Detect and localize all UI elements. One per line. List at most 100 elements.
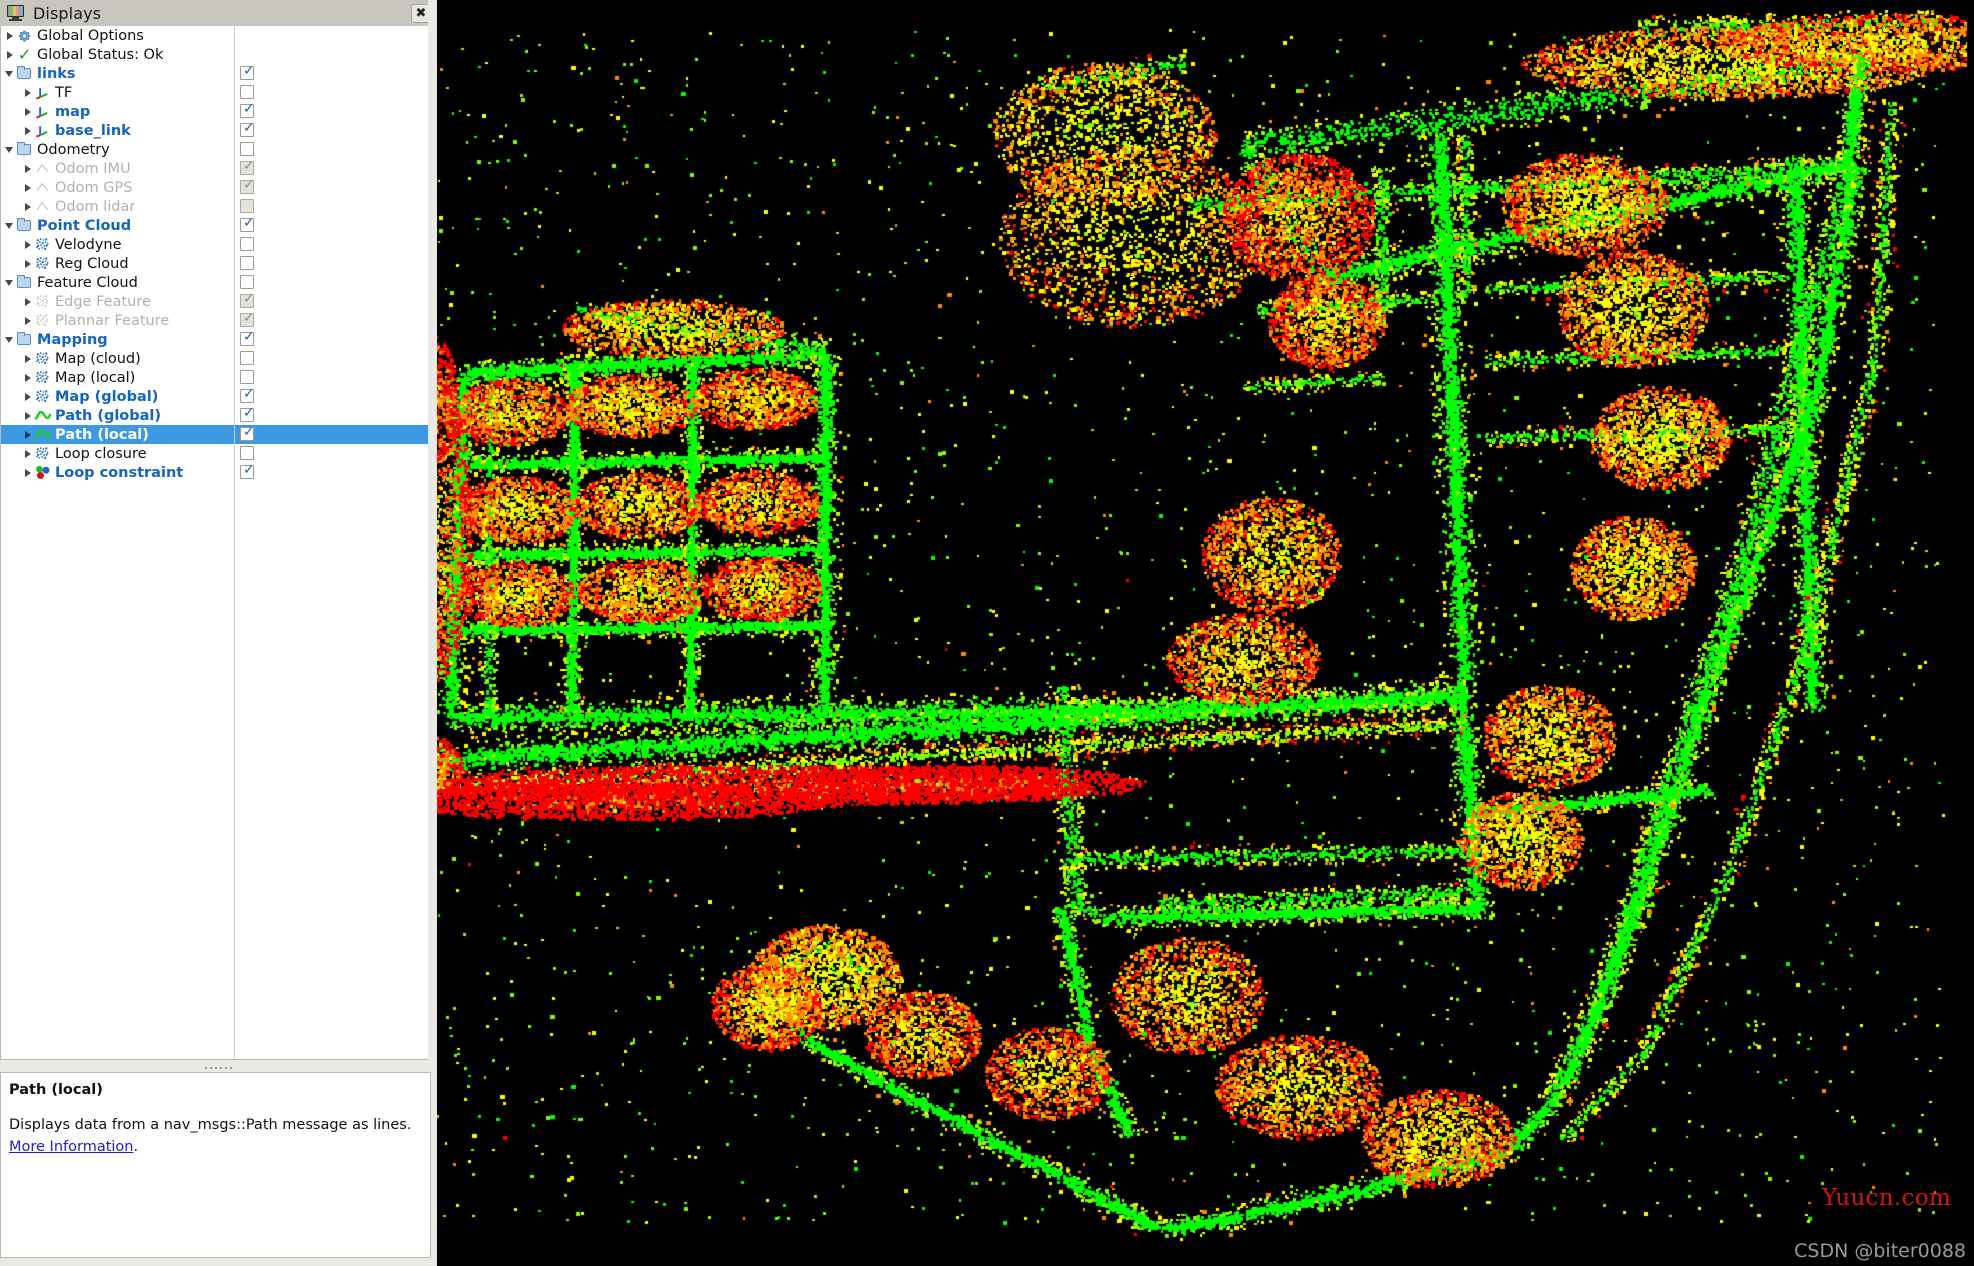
- tree-item-label: Loop closure: [55, 445, 147, 462]
- chevron-right-icon[interactable]: [23, 368, 34, 387]
- chevron-right-icon[interactable]: [23, 387, 34, 406]
- chevron-right-icon[interactable]: [23, 444, 34, 463]
- tree-item-global-options[interactable]: Global Options: [1, 26, 430, 45]
- chevron-right-icon[interactable]: [23, 102, 34, 121]
- tree-item-checkbox: [240, 199, 254, 213]
- horizontal-splitter[interactable]: [0, 1063, 437, 1072]
- tree-item-mapping[interactable]: Mapping ✓: [1, 330, 430, 349]
- tree-item-base-link[interactable]: base_link ✓: [1, 121, 430, 140]
- tree-item-checkbox[interactable]: [240, 256, 254, 270]
- chevron-right-icon[interactable]: [23, 235, 34, 254]
- chevron-right-icon[interactable]: [23, 178, 34, 197]
- chevron-right-icon[interactable]: [23, 83, 34, 102]
- chevron-right-icon[interactable]: [5, 26, 16, 45]
- chevron-down-icon[interactable]: [5, 140, 16, 159]
- tree-item-loop-constraint[interactable]: Loop constraint ✓: [1, 463, 430, 482]
- tree-item-label: Map (cloud): [55, 350, 141, 367]
- chevron-right-icon[interactable]: [23, 349, 34, 368]
- tree-item-label: Velodyne: [55, 236, 122, 253]
- tree-item-checkbox[interactable]: [240, 85, 254, 99]
- pointcloud-icon: [34, 350, 51, 367]
- tree-item-map-global[interactable]: Map (global) ✓: [1, 387, 430, 406]
- description-text-after: .: [133, 1139, 139, 1156]
- tree-item-checkbox[interactable]: ✓: [240, 387, 255, 403]
- chevron-right-icon[interactable]: [23, 425, 34, 444]
- chevron-right-icon[interactable]: [23, 463, 34, 482]
- chevron-right-icon[interactable]: [23, 254, 34, 273]
- tree-item-map[interactable]: map ✓: [1, 102, 430, 121]
- site-watermark: Yuucn.com: [1821, 1185, 1951, 1211]
- tree-item-velodyne[interactable]: Velodyne: [1, 235, 430, 254]
- more-information-link[interactable]: More Information: [9, 1139, 134, 1155]
- tree-item-checkbox[interactable]: [240, 142, 254, 156]
- pointcloud-icon: [34, 369, 51, 386]
- tree-item-links[interactable]: links ✓: [1, 64, 430, 83]
- tree-item-checkbox[interactable]: ✓: [240, 406, 255, 422]
- chevron-down-icon[interactable]: [5, 64, 16, 83]
- pointcloud-icon: [34, 388, 51, 405]
- tree-item-label: map: [55, 103, 91, 120]
- tree-item-checkbox[interactable]: ✓: [240, 64, 255, 80]
- pointcloud-icon: [34, 445, 51, 462]
- chevron-right-icon[interactable]: [23, 406, 34, 425]
- folder-icon: [16, 274, 33, 291]
- tree-item-checkbox[interactable]: ✓: [240, 330, 255, 346]
- tree-item-checkbox[interactable]: [240, 237, 254, 251]
- tree-item-path-global[interactable]: Path (global) ✓: [1, 406, 430, 425]
- chevron-right-icon[interactable]: [23, 159, 34, 178]
- tree-item-label: Edge Feature: [55, 293, 151, 310]
- tree-item-odometry[interactable]: Odometry: [1, 140, 430, 159]
- tree-item-global-status-ok[interactable]: ✓ Global Status: Ok: [1, 45, 430, 64]
- tree-item-feature-cloud[interactable]: Feature Cloud: [1, 273, 430, 292]
- tree-item-map-cloud[interactable]: Map (cloud): [1, 349, 430, 368]
- tree-item-path-local[interactable]: Path (local) ✓: [1, 425, 430, 444]
- chevron-down-icon[interactable]: [5, 273, 16, 292]
- 3d-render-view[interactable]: Yuucn.com CSDN @biter0088: [437, 0, 1974, 1266]
- tree-item-checkbox[interactable]: ✓: [240, 102, 255, 118]
- tree-item-label: base_link: [55, 122, 131, 139]
- tree-item-label: Plannar Feature: [55, 312, 170, 329]
- chevron-down-icon[interactable]: [5, 330, 16, 349]
- tree-item-plannar-feature[interactable]: Plannar Feature ✓: [1, 311, 430, 330]
- panel-title: Displays: [33, 3, 102, 23]
- chevron-down-icon[interactable]: [5, 216, 16, 235]
- displays-titlebar: Displays ✖: [0, 0, 437, 26]
- display-tree[interactable]: Global Options ✓ Global Status: Ok links ✓ TF…: [0, 26, 431, 1060]
- tree-item-checkbox[interactable]: ✓: [240, 121, 255, 137]
- pointcloud-icon: [34, 312, 51, 329]
- tree-item-label: Path (local): [55, 426, 149, 443]
- tree-item-checkbox[interactable]: [240, 351, 254, 365]
- chevron-right-icon[interactable]: [23, 197, 34, 216]
- tree-item-checkbox[interactable]: ✓: [240, 216, 255, 232]
- description-panel: Path (local) Displays data from a nav_ms…: [0, 1072, 431, 1258]
- chevron-right-icon[interactable]: [5, 45, 16, 64]
- tree-item-checkbox: ✓: [240, 159, 255, 175]
- tree-item-edge-feature[interactable]: Edge Feature ✓: [1, 292, 430, 311]
- tree-item-label: Mapping: [37, 331, 108, 348]
- csdn-watermark: CSDN @biter0088: [1794, 1240, 1966, 1262]
- tree-item-label: Path (global): [55, 407, 162, 424]
- tree-item-label: Odom lidar: [55, 198, 136, 215]
- tree-item-point-cloud[interactable]: Point Cloud ✓: [1, 216, 430, 235]
- tree-item-checkbox[interactable]: [240, 370, 254, 384]
- tree-item-loop-closure[interactable]: Loop closure: [1, 444, 430, 463]
- tree-item-checkbox[interactable]: ✓: [240, 463, 255, 479]
- tree-item-checkbox[interactable]: [240, 275, 254, 289]
- chevron-right-icon[interactable]: [23, 121, 34, 140]
- path-icon: [34, 426, 51, 443]
- chevron-right-icon[interactable]: [23, 292, 34, 311]
- tree-item-odom-gps[interactable]: Odom GPS ✓: [1, 178, 430, 197]
- tree-item-checkbox: ✓: [240, 292, 255, 308]
- markerarray-icon: [34, 464, 51, 481]
- tree-item-odom-imu[interactable]: Odom IMU ✓: [1, 159, 430, 178]
- tree-item-reg-cloud[interactable]: Reg Cloud: [1, 254, 430, 273]
- tree-item-odom-lidar[interactable]: Odom lidar: [1, 197, 430, 216]
- tree-item-label: Odometry: [37, 141, 110, 158]
- tree-item-checkbox[interactable]: [240, 446, 254, 460]
- tree-item-checkbox[interactable]: ✓: [240, 425, 255, 441]
- tree-item-tf[interactable]: TF: [1, 83, 430, 102]
- monitor-icon: [7, 5, 24, 21]
- tree-item-map-local[interactable]: Map (local): [1, 368, 430, 387]
- chevron-right-icon[interactable]: [23, 311, 34, 330]
- vertical-splitter[interactable]: [428, 0, 864, 1063]
